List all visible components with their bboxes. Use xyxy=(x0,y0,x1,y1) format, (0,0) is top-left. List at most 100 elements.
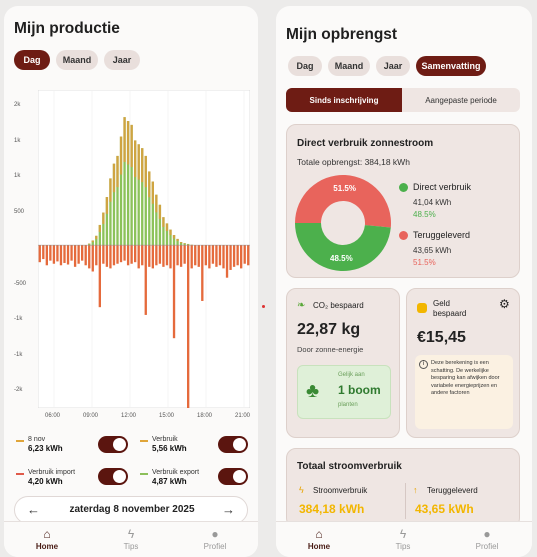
direct-consumption-pie: 51.5% 48.5% xyxy=(295,175,391,271)
consumption-bar xyxy=(162,245,165,267)
consumption-bar xyxy=(169,245,172,269)
pie-slice xyxy=(295,175,391,228)
money-card: Geld bespaard ⚙ €15,45 i Deze berekening… xyxy=(406,288,520,438)
date-navigator: ← zaterdag 8 november 2025 → xyxy=(14,496,248,524)
consumption-bar xyxy=(38,245,41,263)
production-bar-top xyxy=(116,155,119,188)
nav-profile[interactable]: ● Profiel xyxy=(190,526,240,551)
arrow-up-icon: ↑ xyxy=(413,485,418,495)
consumption-bar xyxy=(49,245,52,261)
returned-label: Teruggeleverd xyxy=(413,230,471,240)
revenue-panel: Mijn opbrengst Dag Maand Jaar Samenvatti… xyxy=(276,6,532,557)
consumption-bar xyxy=(112,245,116,266)
production-bar-top xyxy=(158,204,162,219)
production-panel: Mijn productie Dag Maand Jaar 2k 1k 1k 500 -… xyxy=(4,6,258,557)
consumption-bar xyxy=(66,245,70,265)
tab-month[interactable]: Maand xyxy=(56,50,98,70)
production-bar-top xyxy=(172,235,176,239)
legend-swatch xyxy=(140,440,148,442)
money-value: €15,45 xyxy=(417,329,466,346)
consumption-bar xyxy=(109,245,112,269)
pie-slice xyxy=(295,223,391,271)
separator-dot xyxy=(262,305,265,308)
consumption-bar xyxy=(179,245,183,267)
consumption-bar xyxy=(123,245,126,261)
toggle-day[interactable] xyxy=(98,436,128,453)
nav-profile[interactable]: ● Profiel xyxy=(462,526,512,551)
info-icon: i xyxy=(419,360,428,369)
user-icon: ● xyxy=(211,527,219,541)
card-title: Totaal stroomverbruik xyxy=(297,461,402,472)
card-title: Direct verbruik zonnestroom xyxy=(297,138,434,149)
production-bar-top xyxy=(176,238,179,242)
y-tick-label: -500 xyxy=(14,281,27,287)
y-tick-label: -1k xyxy=(14,316,23,322)
home-icon: ⌂ xyxy=(315,527,323,541)
x-tick-label: 06:00 xyxy=(45,413,61,419)
segment-custom-period[interactable]: Aangepaste periode xyxy=(402,88,520,112)
co2-card: ❧ CO₂ bespaard 22,87 kg Door zonne-energ… xyxy=(286,288,400,438)
consumption-bar xyxy=(116,245,119,264)
bottom-nav: ⌂ Home ϟ Tips ● Profiel xyxy=(4,521,258,557)
production-bar-top xyxy=(130,124,133,167)
toggle-consumption[interactable] xyxy=(218,436,248,453)
consumption-bar xyxy=(81,245,84,261)
segment-since-signup[interactable]: Sinds inschrijving xyxy=(286,88,402,112)
production-bar-top xyxy=(109,178,112,202)
tab-day[interactable]: Dag xyxy=(288,56,322,76)
tab-day[interactable]: Dag xyxy=(14,50,50,70)
consumption-bar xyxy=(225,245,229,278)
production-bar-top xyxy=(95,235,98,240)
consumption-bar xyxy=(151,245,154,269)
consumption-bar xyxy=(137,245,140,269)
consumption-bar xyxy=(91,245,94,272)
bottom-nav: ⌂ Home ϟ Tips ● Profiel xyxy=(276,521,532,557)
production-bar-top xyxy=(98,224,101,233)
date-label: zaterdag 8 november 2025 xyxy=(69,504,195,515)
production-bar-top xyxy=(123,117,126,162)
pie-label: 48.5% xyxy=(330,254,353,263)
home-icon: ⌂ xyxy=(43,527,51,541)
consumption-bar xyxy=(172,245,176,339)
arrow-right-icon[interactable]: → xyxy=(222,502,235,517)
gear-icon[interactable]: ⚙ xyxy=(499,297,510,311)
nav-home[interactable]: ⌂ Home xyxy=(294,526,344,551)
consumption-bar xyxy=(204,245,207,266)
consumption-bar xyxy=(215,245,218,267)
production-bar-top xyxy=(169,229,172,236)
nav-tips[interactable]: ϟ Tips xyxy=(378,526,428,551)
trees-unit: planten xyxy=(338,402,358,408)
legend-consumption: Verbruik 5,56 kWh xyxy=(152,436,187,453)
tab-summary[interactable]: Samenvatting xyxy=(416,56,486,76)
consumption-value: 384,18 kWh xyxy=(299,502,365,516)
legend-swatch xyxy=(140,473,148,475)
consumption-bar xyxy=(187,245,190,408)
estimate-note: i Deze berekening is een schatting. De w… xyxy=(415,355,513,429)
co2-sub: Door zonne-energie xyxy=(297,345,364,354)
direct-label: Direct verbruik xyxy=(413,182,472,192)
tab-year[interactable]: Jaar xyxy=(104,50,140,70)
consumption-bar xyxy=(211,245,215,264)
consumption-bar xyxy=(134,245,137,263)
production-bar-top xyxy=(144,155,147,188)
production-bar-top xyxy=(141,148,144,183)
y-tick-label: -1k xyxy=(14,352,23,358)
tab-month[interactable]: Maand xyxy=(328,56,370,76)
toggle-import[interactable] xyxy=(98,468,128,485)
direct-consumption-card: Direct verbruik zonnestroom Totale opbre… xyxy=(286,124,520,278)
bolt-icon: ϟ xyxy=(299,485,304,495)
toggle-export[interactable] xyxy=(218,468,248,485)
tab-year[interactable]: Jaar xyxy=(376,56,410,76)
nav-tips[interactable]: ϟ Tips xyxy=(106,526,156,551)
consumption-bar xyxy=(247,245,250,266)
total-yield: Totale opbrengst: 384,18 kWh xyxy=(297,157,410,167)
consumption-bar xyxy=(229,245,232,270)
consumption-bar xyxy=(144,245,147,315)
production-bar-top xyxy=(91,240,94,243)
nav-home[interactable]: ⌂ Home xyxy=(22,526,72,551)
consumption-bar xyxy=(194,245,197,266)
period-segment: Sinds inschrijving Aangepaste periode xyxy=(286,88,520,112)
production-bar-top xyxy=(119,136,123,175)
legend-swatch xyxy=(16,440,24,442)
consumption-bar xyxy=(56,245,59,262)
